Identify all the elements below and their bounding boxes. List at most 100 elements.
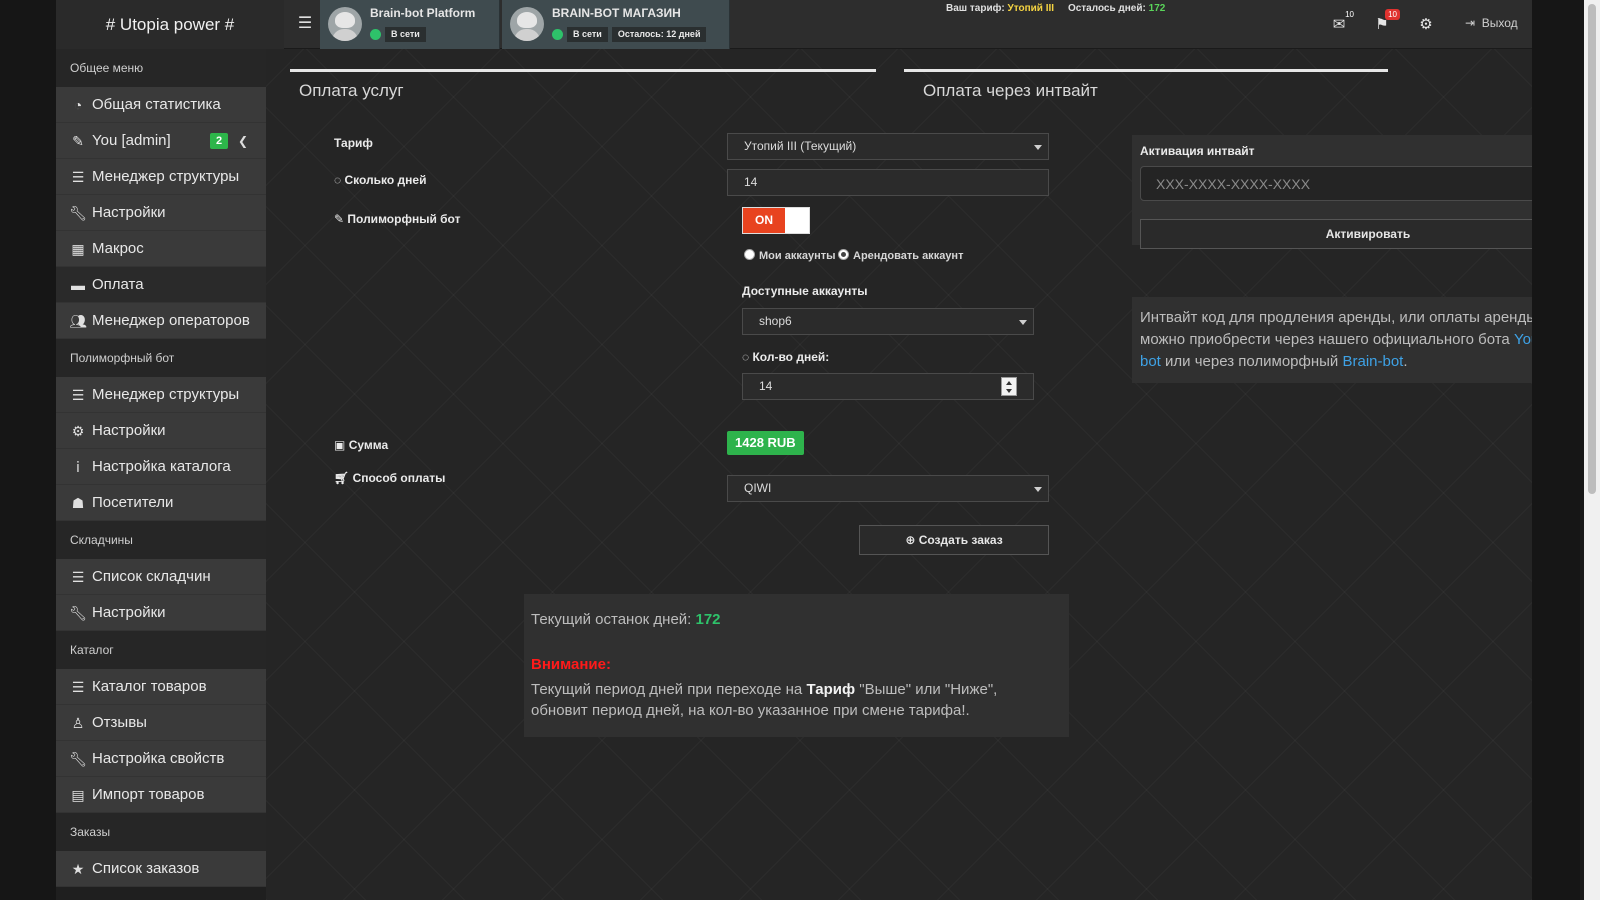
sidebar-item-import[interactable]: ▤ Импорт товаров — [56, 777, 266, 813]
sidebar-item-label: Менеджер структуры — [92, 386, 240, 403]
sidebar-item-label: Менеджер операторов — [92, 312, 250, 329]
admin-count-badge: 2 — [210, 133, 229, 149]
accounts-label: Доступные аккаунты — [742, 284, 868, 298]
tariff-label: Тариф — [334, 136, 373, 150]
scrollbar-thumb[interactable] — [1588, 4, 1596, 494]
poly-bot-toggle[interactable]: ON — [742, 207, 810, 234]
sidebar-item-label: Менеджер структуры — [92, 168, 240, 185]
sidebar-item-settings[interactable]: 🔧︎ Настройки — [56, 195, 266, 231]
sidebar-item-products-catalog[interactable]: ☰ Каталог товаров — [56, 669, 266, 705]
sidebar-item-pools-settings[interactable]: 🔧︎ Настройки — [56, 595, 266, 631]
bot-status: В сети — [370, 27, 426, 42]
radio-rent-account-label: Арендовать аккаунт — [853, 250, 964, 262]
tariff-select[interactable]: Утопий III (Текущий) — [727, 133, 1049, 160]
sidebar-item-admin[interactable]: ✎ You [admin] 2 ❮ — [56, 123, 266, 159]
sidebar-section-title: Полиморфный бот — [56, 339, 266, 377]
bot-status: В сети Осталось: 12 дней — [552, 27, 707, 42]
warning-text: Текущий период дней при переходе на Тари… — [531, 679, 1056, 721]
sidebar-item-orders-list[interactable]: ★ Список заказов — [56, 851, 266, 887]
sidebar-item-visitors[interactable]: ☗ Посетители — [56, 485, 266, 521]
sidebar-item-macros[interactable]: ▦ Макрос — [56, 231, 266, 267]
app-window: # Utopia power # ☰ Brain-bot Platform В … — [56, 0, 1532, 900]
count-days-label-text: Кол-во дней: — [752, 350, 830, 364]
wrench-icon: 🔧︎ — [69, 205, 87, 221]
sidebar-item-poly-settings[interactable]: ⚙ Настройки — [56, 413, 266, 449]
credit-card-icon: ▬ — [71, 277, 85, 293]
bot-tab-shop[interactable]: BRAIN-BOT МАГАЗИН В сети Осталось: 12 дн… — [502, 0, 730, 49]
bot-name: Brain-bot Platform — [370, 6, 476, 20]
clock-icon: ◌ — [742, 350, 750, 364]
activate-button[interactable]: Активировать — [1140, 219, 1532, 249]
radio-rent-account[interactable] — [838, 249, 849, 260]
warning-text-bold: Тариф — [806, 681, 856, 698]
caret-down-icon — [1034, 487, 1042, 492]
count-days-input[interactable]: 14 — [742, 373, 1034, 400]
gears-icon: ⚙ — [71, 423, 85, 439]
invite-desc-b: или через полиморфный — [1160, 353, 1343, 370]
brain-bot-link[interactable]: Brain-bot — [1342, 353, 1403, 370]
pie-chart-icon: ◔ — [73, 97, 83, 113]
sidebar-section-title: Каталог — [56, 631, 266, 669]
accounts-select[interactable]: shop6 — [742, 308, 1034, 335]
poly-bot-label: ✎ Полиморфный бот — [334, 212, 460, 226]
count-days-label: ◌ Кол-во дней: — [742, 350, 829, 364]
sidebar-item-label: Настройки — [92, 204, 166, 221]
days-input[interactable]: 14 — [727, 169, 1049, 196]
sum-label: ▣ Сумма — [334, 438, 388, 452]
bot-avatar — [328, 7, 362, 41]
radio-my-accounts-label: Мои аккаунты — [759, 250, 836, 262]
settings-gears-icon[interactable]: ⚙ — [1414, 14, 1438, 36]
sidebar-item-properties-settings[interactable]: 🔧︎ Настройка свойств — [56, 741, 266, 777]
user-icon: ☗ — [71, 495, 85, 511]
sidebar-item-catalog-settings[interactable]: ⅰ Настройка каталога — [56, 449, 266, 485]
sidebar-item-label: Настройка каталога — [92, 458, 231, 475]
list-icon: ☰ — [71, 387, 85, 403]
create-order-button[interactable]: ⊕ Создать заказ — [859, 525, 1049, 555]
caret-down-icon — [1019, 320, 1027, 325]
grid-icon: ▦ — [71, 241, 85, 257]
logout-icon: ⇥ — [1465, 16, 1476, 30]
online-chip: В сети — [385, 27, 426, 42]
sidebar: Общее меню ◔ Общая статистика ✎ You [admin… — [56, 49, 266, 900]
sidebar-item-statistics[interactable]: ◔ Общая статистика — [56, 87, 266, 123]
radio-my-accounts[interactable] — [744, 249, 755, 260]
payment-method-select[interactable]: QIWI — [727, 475, 1049, 502]
sidebar-item-pools-list[interactable]: ☰ Список складчин — [56, 559, 266, 595]
panel-top-border — [290, 69, 876, 72]
number-spinner-icon[interactable] — [1001, 377, 1017, 396]
sidebar-item-operators[interactable]: 👥︎ Менеджер операторов — [56, 303, 266, 339]
online-dot-icon — [552, 29, 563, 40]
top-header: # Utopia power # ☰ Brain-bot Platform В … — [56, 0, 1532, 49]
mail-icon[interactable]: ✉ 10 — [1327, 10, 1354, 36]
invite-code-input[interactable] — [1140, 166, 1532, 201]
bot-avatar — [510, 7, 544, 41]
tariff-value: Утопий III — [1007, 3, 1055, 14]
days-label-text: Сколько дней — [344, 173, 427, 187]
star-icon: ★ — [71, 861, 85, 877]
flag-icon[interactable]: ⚑ 10 — [1370, 9, 1400, 36]
create-order-label: Создать заказ — [918, 533, 1003, 547]
invite-desc-c: . — [1403, 353, 1408, 370]
logout-link[interactable]: ⇥ Выход — [1465, 16, 1518, 30]
invite-description-box: Интвайт код для продления аренды, или оп… — [1132, 297, 1532, 383]
current-days-text: Текущий останок дней: 172 — [531, 611, 721, 628]
scrollbar[interactable] — [1584, 0, 1600, 900]
sidebar-item-structure-manager[interactable]: ☰ Менеджер структуры — [56, 159, 266, 195]
invite-panel-title: Оплата через интвайт — [923, 81, 1098, 100]
sidebar-item-reviews[interactable]: ♙ Отзывы — [56, 705, 266, 741]
count-days-value: 14 — [759, 379, 773, 393]
days-info-box: Текущий останок дней: 172 Внимание: Теку… — [524, 594, 1069, 737]
brand-title[interactable]: # Utopia power # — [56, 0, 284, 49]
person-icon: ♙ — [71, 715, 85, 731]
sidebar-item-poly-structure[interactable]: ☰ Менеджер структуры — [56, 377, 266, 413]
days-label: ◌ Сколько дней — [334, 173, 426, 187]
sidebar-section-title: Общее меню — [56, 49, 266, 87]
current-days-value: 172 — [695, 611, 721, 628]
logout-label: Выход — [1481, 16, 1518, 30]
list-icon: ☰ — [71, 679, 85, 695]
chevron-left-icon[interactable]: ❮ — [238, 123, 248, 159]
sidebar-item-payment[interactable]: ▬ Оплата — [56, 267, 266, 303]
sidebar-item-label: Отзывы — [92, 714, 147, 731]
clock-icon: ◌ — [334, 173, 342, 187]
bot-tab-platform[interactable]: Brain-bot Platform В сети — [320, 0, 500, 49]
